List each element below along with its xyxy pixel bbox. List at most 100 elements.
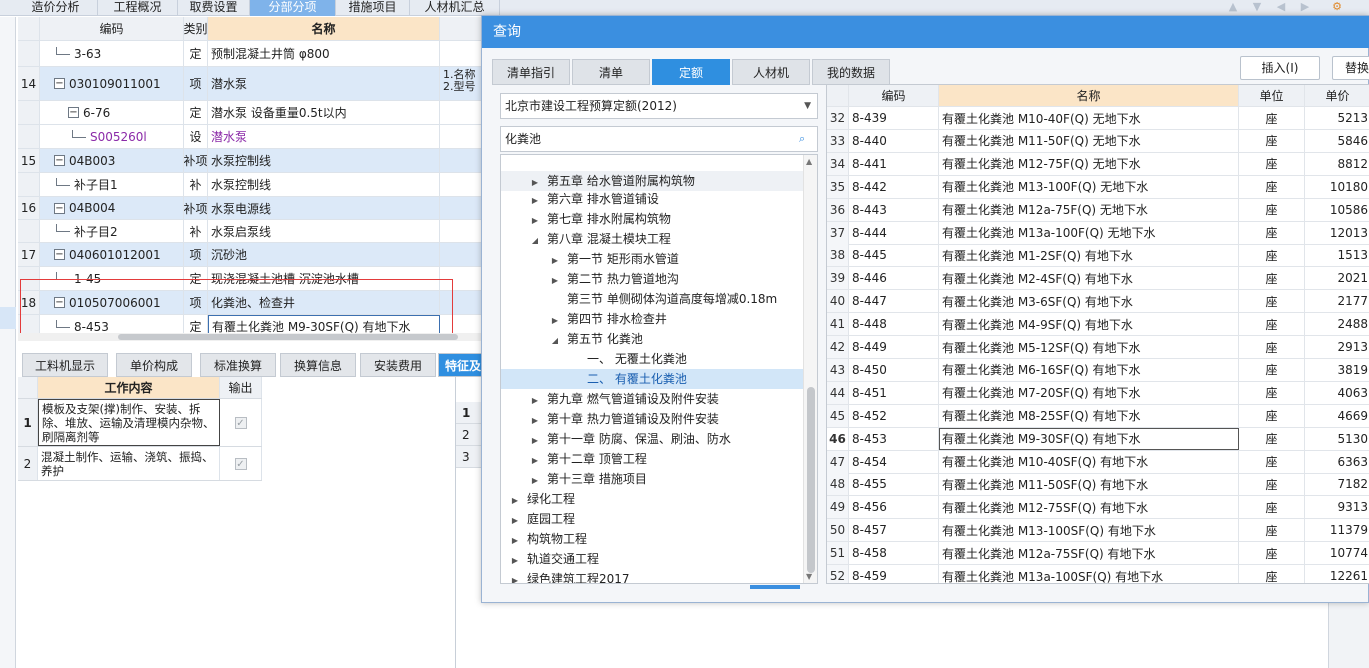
table-row[interactable]: 48 8-455 有覆土化粪池 M11-50SF(Q) 有地下水座 7182 — [827, 473, 1369, 497]
search-input[interactable]: 化粪池 ⌕ — [500, 126, 818, 152]
table-row[interactable]: 47 8-454 有覆土化粪池 M10-40SF(Q) 有地下水座 6363 — [827, 450, 1369, 474]
table-row[interactable]: 49 8-456 有覆土化粪池 M12-75SF(Q) 有地下水座 9313 — [827, 496, 1369, 520]
quota-unit[interactable]: 座 — [1239, 336, 1305, 358]
tree-item[interactable]: 第三节 单侧砌体沟道高度每增减0.18m — [501, 289, 803, 309]
quota-unit[interactable]: 座 — [1239, 129, 1305, 152]
tree-item[interactable]: ▶ 第五章 给水管道附属构筑物 — [501, 171, 803, 191]
expand-arrow-icon[interactable]: ▶ — [549, 311, 561, 331]
name-cell[interactable]: 预制混凝土井筒 φ800 — [208, 41, 440, 66]
table-row[interactable]: 3-63 定预制混凝土井筒 φ800 — [18, 41, 488, 67]
table-row[interactable]: 51 8-458 有覆土化粪池 M12a-75SF(Q) 有地下水座 10774 — [827, 542, 1369, 566]
code-cell[interactable]: −04B003 — [40, 149, 184, 172]
tab-labor-material-machine[interactable]: 人材机 — [732, 59, 810, 85]
horizontal-scrollbar[interactable] — [18, 333, 488, 341]
tab-fee-settings[interactable]: 取费设置 — [178, 0, 250, 16]
quota-price[interactable]: 3819 — [1305, 359, 1369, 381]
table-row[interactable]: 37 8-444 有覆土化粪池 M13a-100F(Q) 无地下水座 12013 — [827, 221, 1369, 245]
code-cell[interactable]: S005260l — [40, 125, 184, 148]
quota-name[interactable]: 有覆土化粪池 M13a-100F(Q) 无地下水 — [939, 221, 1239, 244]
expand-arrow-icon[interactable]: ▶ — [529, 211, 541, 231]
quota-name[interactable]: 有覆土化粪池 M8-25SF(Q) 有地下水 — [939, 404, 1239, 427]
table-row[interactable]: 36 8-443 有覆土化粪池 M12a-75F(Q) 无地下水座 10586 — [827, 198, 1369, 222]
expand-arrow-icon[interactable]: ▶ — [529, 411, 541, 431]
expand-arrow-icon[interactable]: ▶ — [529, 431, 541, 451]
quota-name[interactable]: 有覆土化粪池 M10-40SF(Q) 有地下水 — [939, 450, 1239, 473]
quota-unit[interactable]: 座 — [1239, 496, 1305, 519]
expand-arrow-icon[interactable]: ▶ — [529, 451, 541, 471]
grid-scroll-indicator[interactable] — [750, 585, 800, 589]
quota-name[interactable]: 有覆土化粪池 M11-50SF(Q) 有地下水 — [939, 473, 1239, 496]
name-cell[interactable]: 沉砂池 — [208, 243, 440, 266]
quota-unit[interactable]: 座 — [1239, 244, 1305, 267]
quota-name[interactable]: 有覆土化粪池 M12a-75F(Q) 无地下水 — [939, 198, 1239, 221]
quota-unit[interactable]: 座 — [1239, 473, 1305, 496]
table-row[interactable]: 52 8-459 有覆土化粪池 M13a-100SF(Q) 有地下水座 12261 — [827, 565, 1369, 583]
quota-code[interactable]: 8-454 — [849, 450, 939, 473]
tab-list-guide[interactable]: 清单指引 — [492, 59, 570, 85]
tree-item[interactable]: ▶ 轨道交通工程 — [501, 549, 803, 569]
quota-price[interactable]: 9313 — [1305, 496, 1369, 518]
arrow-left-icon[interactable]: ◀ — [1274, 1, 1288, 13]
quota-code[interactable]: 8-451 — [849, 381, 939, 404]
quota-name[interactable]: 有覆土化粪池 M12-75SF(Q) 有地下水 — [939, 496, 1239, 519]
quota-price[interactable]: 6363 — [1305, 451, 1369, 473]
code-cell[interactable]: 补子目2 — [40, 220, 184, 242]
grid-header-price[interactable]: 单价 — [1305, 85, 1369, 106]
header-type[interactable]: 类别 — [184, 17, 208, 40]
tab-unit-price[interactable]: 单价构成 — [116, 353, 192, 377]
quota-price[interactable]: 10774 — [1305, 542, 1369, 564]
tree-item[interactable]: ▶ 第四节 排水检查井 — [501, 309, 803, 329]
tree-item[interactable]: ▶ 第一节 矩形雨水管道 — [501, 249, 803, 269]
quota-price[interactable]: 5846 — [1305, 130, 1369, 152]
quota-price[interactable]: 2177 — [1305, 290, 1369, 312]
quota-name[interactable]: 有覆土化粪池 M10-40F(Q) 无地下水 — [939, 107, 1239, 129]
header-code[interactable]: 编码 — [40, 17, 184, 40]
quota-name[interactable]: 有覆土化粪池 M3-6SF(Q) 有地下水 — [939, 290, 1239, 313]
quota-price[interactable]: 10180 — [1305, 176, 1369, 198]
name-cell[interactable]: 水泵控制线 — [208, 149, 440, 172]
tree-item[interactable]: ▶ 第十三章 措施项目 — [501, 469, 803, 489]
table-row[interactable]: 2 混凝土制作、运输、浇筑、振捣、养护 ✓ — [18, 447, 262, 481]
output-checkbox[interactable]: ✓ — [220, 447, 262, 480]
table-row[interactable]: 1 模板及支架(撑)制作、安装、拆除、堆放、运输及清理模内杂物、刷隔离剂等 ✓ — [18, 399, 262, 447]
quota-name[interactable]: 有覆土化粪池 M1-2SF(Q) 有地下水 — [939, 244, 1239, 267]
code-cell[interactable]: 补子目1 — [40, 173, 184, 196]
quota-unit[interactable]: 座 — [1239, 152, 1305, 175]
type-cell[interactable]: 补项 — [184, 149, 208, 172]
quota-price[interactable]: 4669 — [1305, 405, 1369, 427]
tree-item[interactable]: ▶ 第十章 热力管道铺设及附件安装 — [501, 409, 803, 429]
table-row[interactable]: S005260l 设潜水泵 — [18, 125, 488, 149]
grid-header-unit[interactable]: 单位 — [1239, 85, 1305, 106]
quota-price[interactable]: 2021 — [1305, 267, 1369, 289]
table-row[interactable]: 43 8-450 有覆土化粪池 M6-16SF(Q) 有地下水座 3819 — [827, 358, 1369, 382]
tree-item[interactable]: 二、 有覆土化粪池 — [501, 369, 803, 389]
table-row[interactable]: 35 8-442 有覆土化粪池 M13-100F(Q) 无地下水座 10180 — [827, 175, 1369, 199]
code-cell[interactable]: −04B004 — [40, 197, 184, 219]
quota-price[interactable]: 5213 — [1305, 107, 1369, 129]
tree-item[interactable]: 一、 无覆土化粪池 — [501, 349, 803, 369]
expand-arrow-icon[interactable]: ▶ — [549, 271, 561, 291]
tab-project-overview[interactable]: 工程概况 — [98, 0, 178, 16]
table-row[interactable]: 41 8-448 有覆土化粪池 M4-9SF(Q) 有地下水座 2488 — [827, 313, 1369, 337]
quota-unit[interactable]: 座 — [1239, 519, 1305, 542]
type-cell[interactable]: 项 — [184, 67, 208, 100]
expand-arrow-icon[interactable]: ▶ — [549, 251, 561, 271]
tab-install-fee[interactable]: 安装费用 — [360, 353, 436, 377]
name-cell[interactable]: 潜水泵 — [208, 67, 440, 100]
table-row[interactable]: 40 8-447 有覆土化粪池 M3-6SF(Q) 有地下水座 2177 — [827, 290, 1369, 314]
tab-my-data[interactable]: 我的数据 — [812, 59, 890, 85]
table-row[interactable]: 补子目2 补水泵启泵线 — [18, 220, 488, 243]
quota-code[interactable]: 8-440 — [849, 129, 939, 152]
quota-code[interactable]: 8-447 — [849, 290, 939, 313]
type-cell[interactable]: 补 — [184, 173, 208, 196]
quota-price[interactable]: 7182 — [1305, 473, 1369, 495]
collapse-icon[interactable]: − — [54, 155, 65, 166]
scroll-up-icon[interactable]: ▲ — [806, 157, 812, 166]
quota-code[interactable]: 8-453 — [849, 427, 939, 450]
tab-list[interactable]: 清单 — [572, 59, 650, 85]
grid-header-code[interactable]: 编码 — [849, 85, 939, 106]
type-cell[interactable]: 定 — [184, 41, 208, 66]
quota-name[interactable]: 有覆土化粪池 M7-20SF(Q) 有地下水 — [939, 381, 1239, 404]
tab-standard-conversion[interactable]: 标准换算 — [200, 353, 276, 377]
quota-name[interactable]: 有覆土化粪池 M9-30SF(Q) 有地下水 — [939, 427, 1239, 450]
